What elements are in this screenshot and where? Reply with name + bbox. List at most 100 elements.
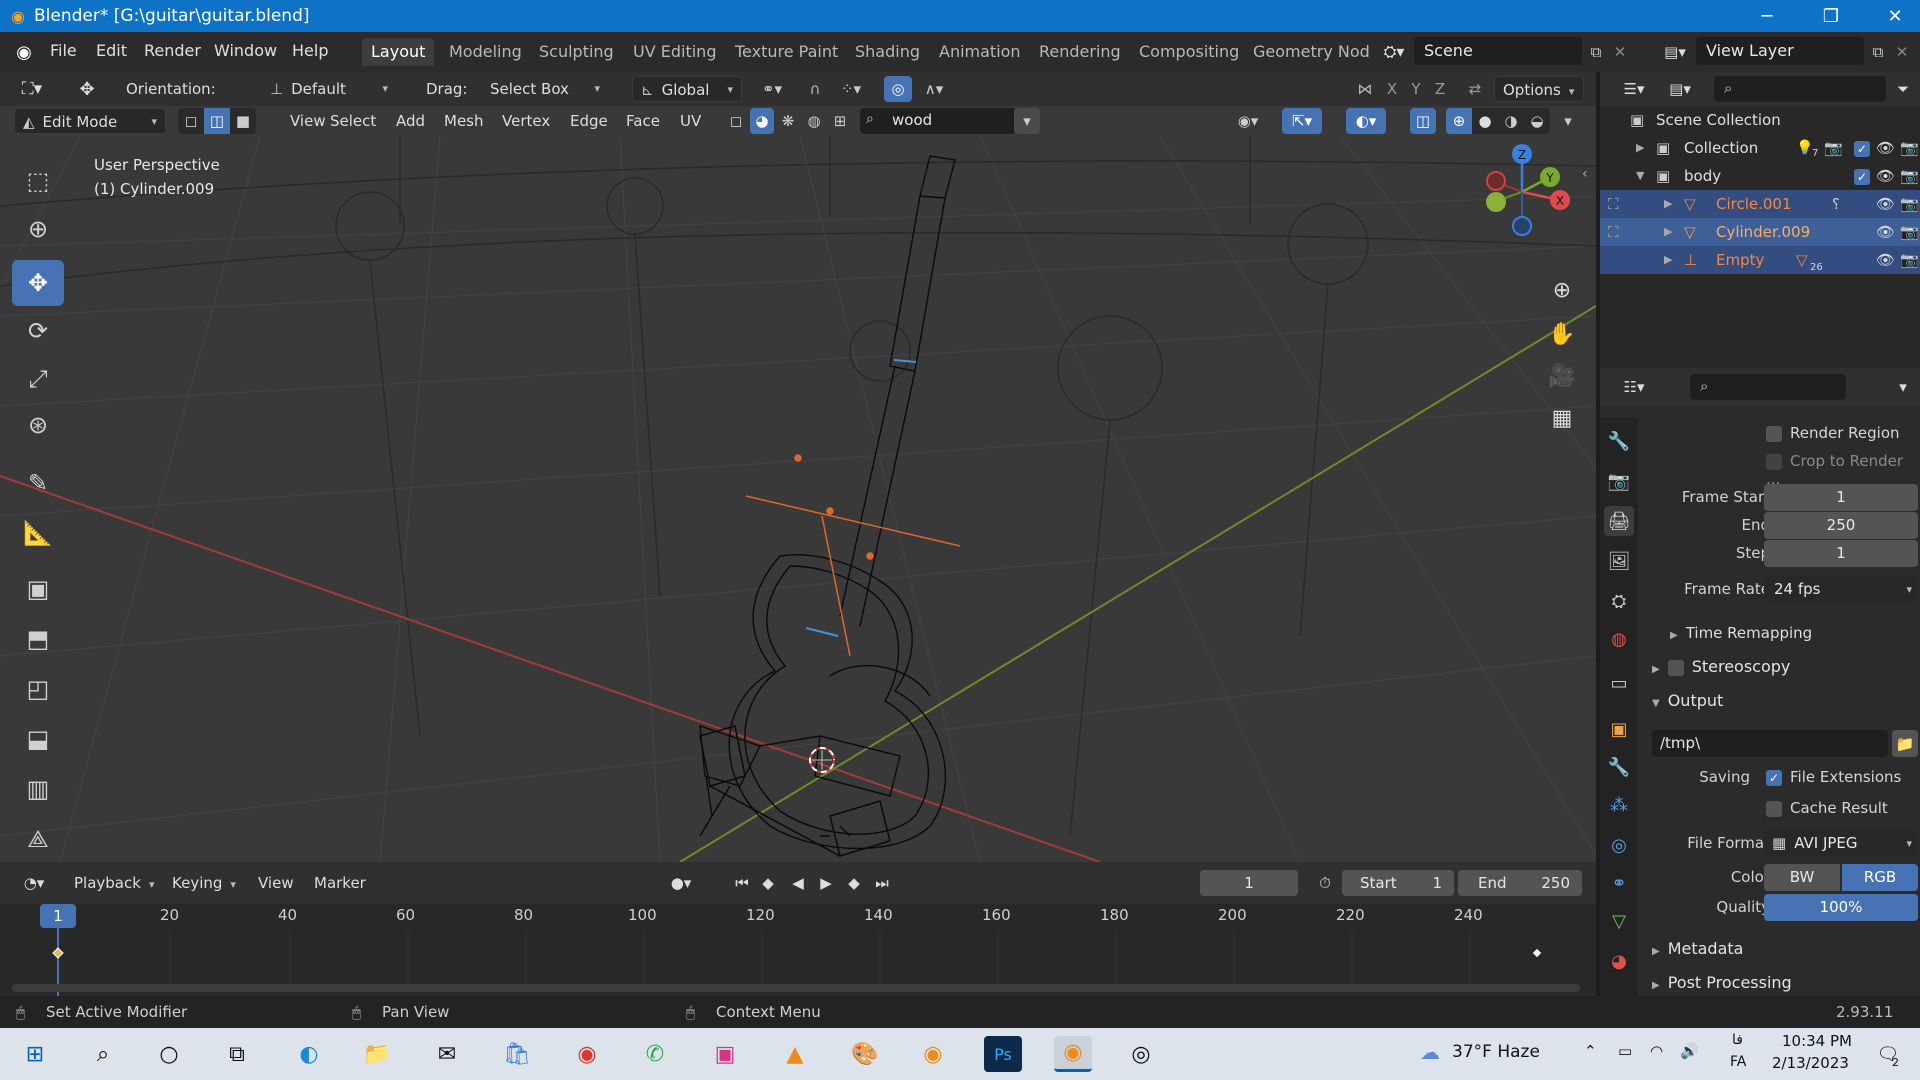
outliner-editor-type-icon[interactable]: ☰▾ [1614,76,1654,102]
output-tab-icon[interactable]: 🖨 [1604,506,1634,536]
snap-target-icon[interactable]: ⁘▾ [830,76,872,102]
pivot-point-icon[interactable]: ⚭▾ [752,76,792,102]
view-layer-field[interactable]: View Layer [1696,37,1864,65]
mode-dropdown[interactable]: ◭ Edit Mode ▾ [14,108,166,134]
annotate-tool-icon[interactable]: ✎ [12,460,64,506]
vlc-icon[interactable]: ▲ [776,1036,814,1072]
frame-end-field[interactable]: 250 [1764,512,1918,539]
timeline-editor-type-icon[interactable]: ◔▾ [14,870,54,896]
object-tab-icon[interactable]: ▣ [1604,714,1634,744]
language-indicator[interactable]: FA [1730,1054,1746,1070]
play-icon[interactable]: ▶ [814,870,838,896]
menu-add[interactable]: Add [388,108,433,134]
delete-view-layer-icon[interactable]: ✕ [1892,40,1912,64]
play-reverse-icon[interactable]: ◀ [786,870,810,896]
preview-range-icon[interactable]: ⏱ [1312,870,1338,896]
show-hidden-icons[interactable]: ⌃ [1584,1042,1597,1060]
scene-tab-icon[interactable]: ⛭ [1604,586,1634,616]
tab-shading[interactable]: Shading [846,38,929,66]
render-camera-icon[interactable]: 📷 [1900,162,1919,190]
menu-render[interactable]: Render [144,41,201,60]
timeline-track-area[interactable]: 1 20 40 60 80 100 120 140 160 180 200 22… [0,904,1596,996]
sidebar-toggle-icon[interactable]: ‹ [1582,166,1588,182]
zoom-icon[interactable]: ⊕ [1544,272,1580,308]
collapse-arrow-icon[interactable]: ▼ [1636,162,1644,190]
app-icon[interactable]: ▣ [706,1036,744,1072]
menu-edit[interactable]: Edit [96,41,127,60]
constraints-tab-icon[interactable]: ⚭ [1604,868,1634,898]
transform-orientation-dropdown[interactable]: ⊾ Global ▾ [632,76,742,102]
expand-arrow-icon[interactable]: ▶ [1664,190,1672,218]
start-windows-icon[interactable]: ⊞ [16,1036,54,1072]
navigation-gizmo[interactable] [1486,144,1570,236]
exclude-checkbox[interactable]: ✓ [1854,134,1878,162]
color-rgb-button[interactable]: RGB [1842,864,1918,891]
rotate-tool-icon[interactable]: ⟳ [12,308,64,354]
menu-file[interactable]: File [50,41,77,60]
paint-icon[interactable]: 🎨 [846,1036,884,1072]
new-view-layer-icon[interactable]: ⧉ [1866,40,1890,64]
object-filter-icon[interactable]: ◻ [724,108,748,134]
end-frame-field[interactable]: End 250 [1458,870,1582,896]
mirror-icon[interactable]: ⋈ [1352,76,1378,102]
world-tab-icon[interactable]: ◍ [1604,624,1634,654]
tab-texture-paint[interactable]: Texture Paint [726,38,847,66]
texture-filter-icon[interactable]: ❋ [776,108,800,134]
chrome-icon[interactable]: ◉ [568,1036,606,1072]
edit-mode-toggle-icon[interactable]: ⛶ [1608,218,1619,246]
frame-step-field[interactable]: 1 [1764,540,1918,567]
jump-start-icon[interactable]: ⏮ [730,870,754,896]
knife-tool-icon[interactable]: ⟁ [12,816,64,862]
shading-options-icon[interactable]: ▾ [1556,108,1580,134]
mirror-x-toggle[interactable]: X [1380,76,1404,102]
render-region-checkbox[interactable]: Render Region [1766,424,1900,442]
render-camera-icon[interactable]: 📷 [1900,218,1919,246]
render-camera-icon[interactable]: 📷 [1900,134,1919,162]
proportional-edit-icon[interactable]: ◎ [884,76,912,102]
language-indicator-top[interactable]: فا [1732,1032,1743,1048]
edit-mode-toggle-icon[interactable]: ⛶ [1608,190,1619,218]
loop-cut-tool-icon[interactable]: ▥ [12,766,64,812]
timeline-menu-view[interactable]: View [250,870,302,896]
jump-keyframe-forward-icon[interactable]: ◆ [842,870,866,896]
auto-merge-icon[interactable]: ⇄ [1462,76,1488,102]
mail-icon[interactable]: ✉ [428,1036,466,1072]
new-scene-icon[interactable]: ⧉ [1584,40,1608,64]
outliner-row-empty[interactable]: ▶ ⊥ Empty ▽ 26 👁 📷 [1600,246,1920,274]
post-processing-panel[interactable]: ▶ Post Processing [1652,973,1792,992]
properties-search-field[interactable]: ⌕ [1690,374,1846,400]
minimize-button[interactable]: ─ [1744,2,1790,30]
file-explorer-icon[interactable]: 📁 [358,1036,396,1072]
tab-modeling[interactable]: Modeling [440,38,531,66]
bevel-tool-icon[interactable]: ⬓ [12,716,64,762]
frame-rate-dropdown[interactable]: 24 fps ▾ [1764,576,1918,603]
notification-center-icon[interactable]: 🗨 [1872,1038,1904,1070]
3d-viewport[interactable]: Z Y X User Perspective (1) Cylinder.009 … [0,136,1596,862]
volume-icon[interactable]: 🔊 [1680,1042,1699,1060]
store-icon[interactable]: 🛍 [498,1036,536,1072]
cache-result-checkbox[interactable]: Cache Result [1766,799,1888,817]
menu-edge[interactable]: Edge [562,108,616,134]
menu-select[interactable]: Select [322,108,384,134]
menu-face[interactable]: Face [618,108,668,134]
blender-taskbar-icon[interactable]: ◉ [914,1036,952,1072]
eye-icon[interactable]: 👁 [1876,218,1895,246]
render-camera-icon[interactable]: 📷 [1900,246,1919,274]
render-tab-icon[interactable]: 📷 [1604,466,1634,496]
outliner-row-collection[interactable]: ▶ ▣ Collection 💡 7 📷 ✓ 👁 📷 [1600,134,1920,162]
outliner-row-cylinder-009[interactable]: ⛶ ▶ ▽ Cylinder.009 👁 📷 [1600,218,1920,246]
whatsapp-icon[interactable]: ✆ [636,1036,674,1072]
timeline-menu-playback[interactable]: Playback ▾ [66,870,162,896]
stereoscopy-panel[interactable]: ▶ Stereoscopy [1652,657,1790,676]
gizmo-toggle-icon[interactable]: ⇱▾ [1282,108,1322,134]
data-tab-icon[interactable]: ▽ [1604,906,1634,936]
timeline-menu-keying[interactable]: Keying ▾ [164,870,244,896]
editor-type-icon[interactable]: ⛶▾ [12,76,52,102]
wifi-icon[interactable]: ◠ [1650,1042,1663,1060]
tab-sculpting[interactable]: Sculpting [530,38,623,66]
vertex-select-icon[interactable]: ◻ [178,108,204,134]
outliner-row-circle-001[interactable]: ⛶ ▶ ▽ Circle.001 ⸮ 👁 📷 [1600,190,1920,218]
scene-selector-icon[interactable]: ⛭▾ [1376,40,1412,64]
visibility-icon[interactable]: ◉▾ [1228,108,1268,134]
display-mode-icon[interactable]: ▤▾ [1660,76,1700,102]
